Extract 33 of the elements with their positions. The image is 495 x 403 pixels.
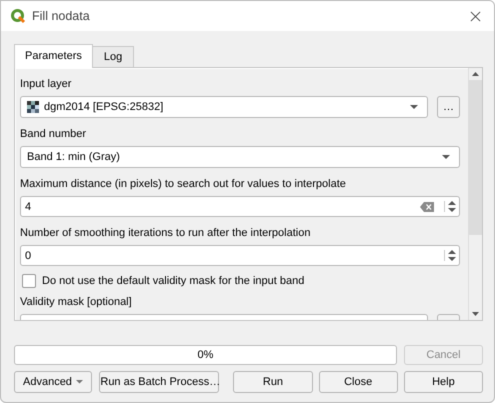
progress-bar: 0%: [14, 345, 397, 365]
raster-layer-icon: [27, 101, 39, 113]
app-logo-icon: [10, 8, 26, 24]
button[interactable]: Run as Batch Process…: [99, 371, 220, 393]
dropdown-field[interactable]: dgm2014 [EPSG:25832]: [20, 96, 428, 118]
tab[interactable]: Log: [92, 46, 134, 67]
window-title: Fill nodata: [32, 9, 90, 23]
spin-arrows-icon: [444, 201, 456, 212]
button[interactable]: Run: [233, 371, 313, 393]
number-field[interactable]: 0: [20, 245, 460, 266]
menu-button[interactable]: Advanced: [14, 371, 92, 393]
button[interactable]: Close: [318, 371, 398, 393]
field-label: Number of smoothing iterations to run after the interpolation: [20, 227, 312, 241]
caret-icon: [76, 380, 84, 384]
scroll-down-icon[interactable]: [472, 312, 479, 316]
caret-icon: [442, 155, 450, 159]
tab[interactable]: Parameters: [14, 44, 93, 68]
field-label: Maximum distance (in pixels) to search out for values to interpolate: [20, 178, 347, 192]
dropdown-field[interactable]: Band 1: min (Gray): [20, 146, 460, 168]
field-label: Input layer: [20, 78, 72, 92]
button[interactable]: Help: [404, 371, 483, 393]
checkbox[interactable]: [22, 274, 36, 288]
scroll-up-icon[interactable]: [472, 72, 479, 76]
clear-icon: [420, 202, 434, 212]
field-label: Validity mask [optional]: [20, 296, 133, 310]
field-label: Band number: [20, 128, 88, 142]
number-field[interactable]: 4: [20, 196, 460, 217]
checkbox-label: Do not use the default validity mask for the input band: [42, 275, 304, 287]
close-icon[interactable]: [470, 10, 481, 22]
scrollbar[interactable]: [468, 68, 482, 320]
spin-arrows-icon: [444, 250, 456, 261]
browse-button[interactable]: …: [437, 96, 460, 118]
caret-icon: [410, 105, 418, 109]
